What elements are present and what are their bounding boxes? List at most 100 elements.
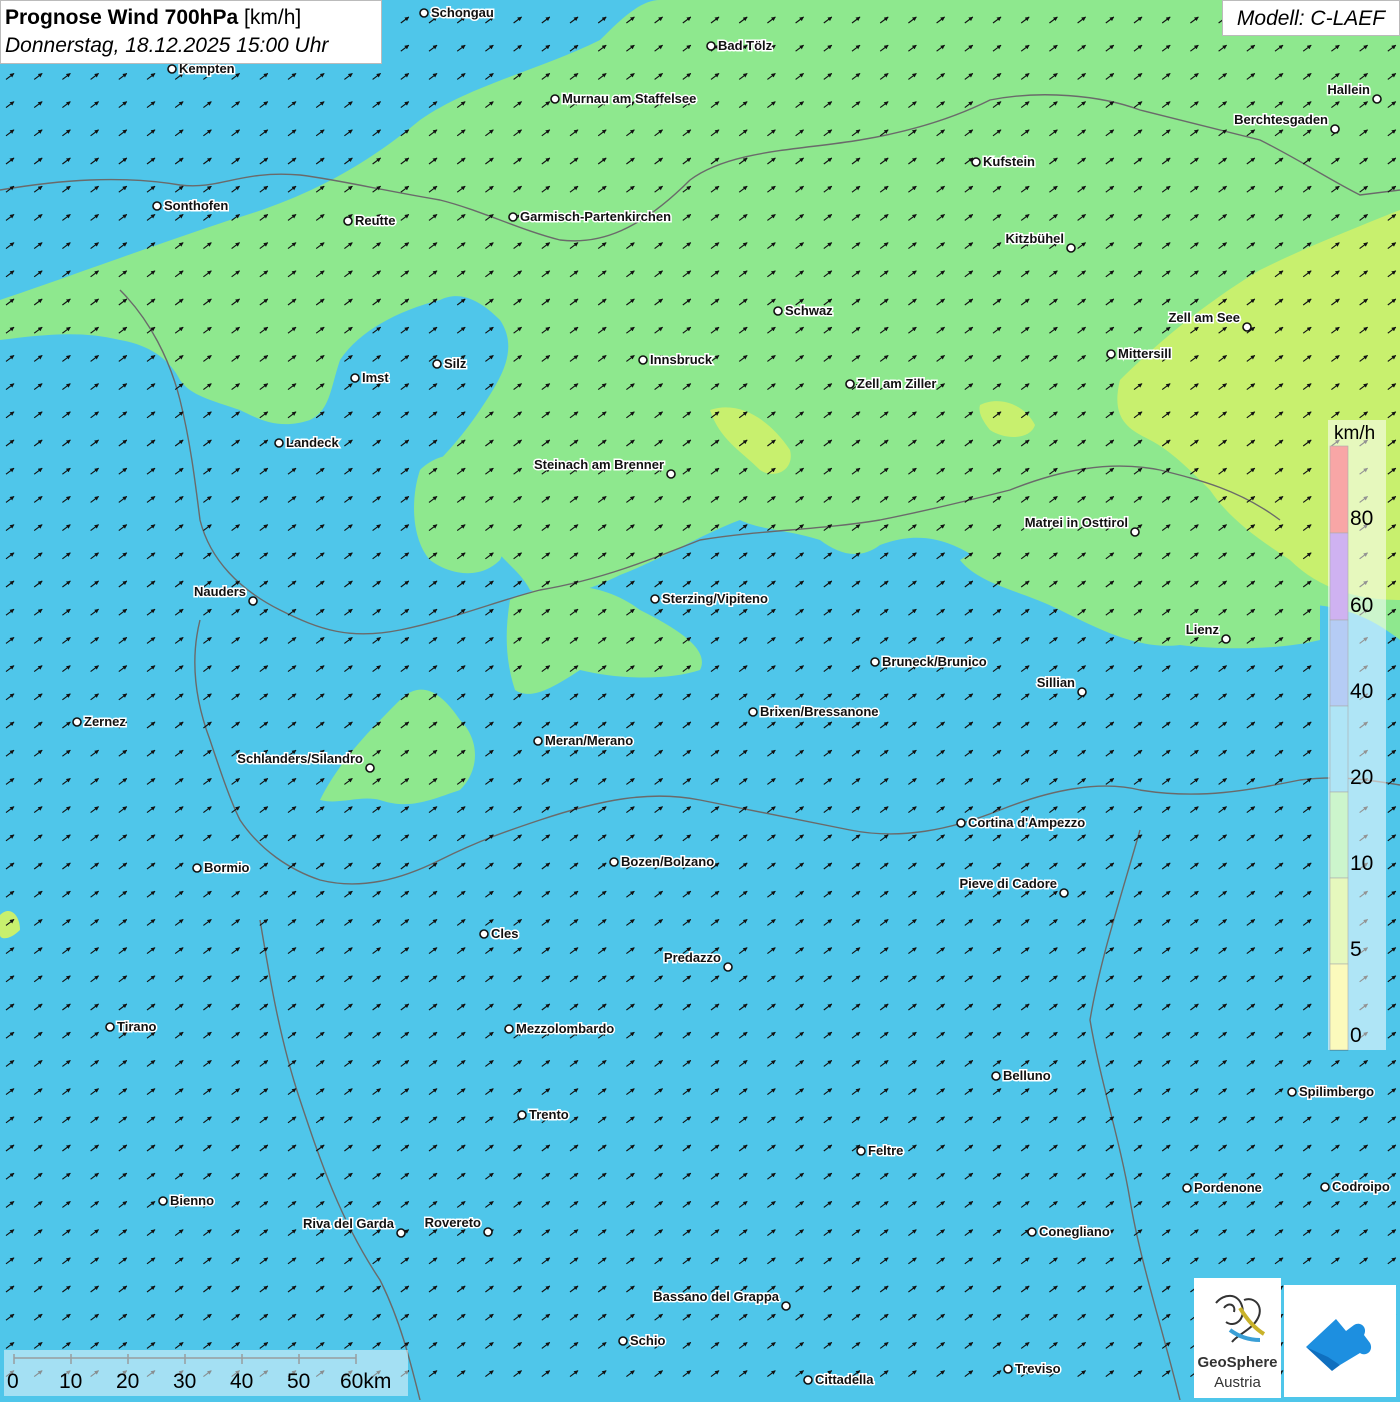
- city-label: Cittadella: [815, 1372, 874, 1387]
- city-dot: [1287, 1087, 1297, 1097]
- wind-map: SchongauKemptenBad TölzMurnau am Staffel…: [0, 0, 1400, 1400]
- map-title: Prognose Wind 700hPa [km/h]: [5, 4, 377, 32]
- city-dot: [274, 438, 284, 448]
- city-marker: Sonthofen: [152, 197, 230, 215]
- city-label: Mittersill: [1118, 346, 1171, 361]
- city-label: Pordenone: [1194, 1180, 1262, 1195]
- city-label: Schongau: [431, 5, 494, 20]
- city-label: Lienz: [1186, 622, 1220, 637]
- city-label: Berchtesgaden: [1234, 112, 1328, 127]
- scale-tick-label: 30: [173, 1370, 197, 1393]
- legend-label-10: 10: [1350, 852, 1374, 875]
- city-dot: [365, 763, 375, 773]
- geosphere-name: GeoSphere: [1197, 1354, 1278, 1371]
- city-label: Cles: [491, 926, 518, 941]
- city-dot: [479, 929, 489, 939]
- city-label: Schlanders/Silandro: [237, 751, 363, 766]
- legend-label-60: 60: [1350, 594, 1374, 617]
- city-dot: [666, 469, 676, 479]
- city-label: Schio: [630, 1333, 665, 1348]
- scale-tick-label: 60km: [340, 1370, 392, 1393]
- city-dot: [1320, 1182, 1330, 1192]
- city-label: Nauders: [194, 584, 246, 599]
- city-dot: [748, 707, 758, 717]
- city-label: Meran/Merano: [545, 733, 633, 748]
- city-dot: [1027, 1227, 1037, 1237]
- city-label: Bruneck/Brunico: [882, 654, 987, 669]
- city-marker: Pordenone: [1182, 1179, 1263, 1197]
- city-label: Reutte: [355, 213, 395, 228]
- city-dot: [72, 717, 82, 727]
- city-label: Zell am See: [1168, 310, 1240, 325]
- city-marker: Conegliano: [1027, 1223, 1111, 1241]
- city-dot: [350, 373, 360, 383]
- city-label: Bassano del Grappa: [653, 1289, 779, 1304]
- city-dot: [158, 1196, 168, 1206]
- city-label: Landeck: [286, 435, 340, 450]
- city-marker: Zell am Ziller: [845, 375, 938, 393]
- city-marker: Bruneck/Brunico: [870, 653, 988, 671]
- city-label: Brixen/Bressanone: [760, 704, 879, 719]
- geosphere-country: Austria: [1214, 1374, 1261, 1391]
- cloud-arrow-icon: [1306, 1319, 1372, 1371]
- city-label: Bad Tölz: [718, 38, 773, 53]
- city-dot: [856, 1146, 866, 1156]
- city-dot: [1059, 888, 1069, 898]
- scale-tick-label: 40: [230, 1370, 254, 1393]
- city-label: Zernez: [84, 714, 126, 729]
- city-label: Innsbruck: [650, 352, 713, 367]
- city-label: Rovereto: [425, 1215, 481, 1230]
- city-dot: [781, 1301, 791, 1311]
- city-dot: [105, 1022, 115, 1032]
- city-label: Schwaz: [785, 303, 833, 318]
- city-marker: Mezzolombardo: [504, 1020, 616, 1038]
- city-dot: [1372, 94, 1382, 104]
- city-dot: [1221, 634, 1231, 644]
- city-label: Conegliano: [1039, 1224, 1110, 1239]
- city-marker: Cortina d'Ampezzo: [956, 814, 1087, 832]
- city-label: Pieve di Cadore: [959, 876, 1057, 891]
- city-marker: Spilimbergo: [1287, 1083, 1376, 1101]
- city-dot: [650, 594, 660, 604]
- city-label: Zell am Ziller: [857, 376, 936, 391]
- city-label: Hallein: [1327, 82, 1370, 97]
- city-dot: [706, 41, 716, 51]
- city-dot: [870, 657, 880, 667]
- legend-label-80: 80: [1350, 507, 1374, 530]
- city-dot: [419, 8, 429, 18]
- geosphere-logo[interactable]: GeoSphere Austria: [1194, 1278, 1281, 1398]
- title-panel: Prognose Wind 700hPa [km/h] Donnerstag, …: [0, 0, 382, 64]
- city-marker: Bozen/Bolzano: [609, 853, 716, 871]
- city-dot: [550, 94, 560, 104]
- city-marker: Cittadella: [803, 1371, 876, 1389]
- city-marker: Garmisch-Partenkirchen: [508, 208, 673, 226]
- city-label: Riva del Garda: [303, 1216, 395, 1231]
- city-marker: Schongau: [419, 4, 495, 22]
- city-label: Bormio: [204, 860, 250, 875]
- scale-tick-label: 0: [7, 1370, 19, 1393]
- city-label: Matrei in Osttirol: [1025, 515, 1128, 530]
- city-label: Tirano: [117, 1019, 157, 1034]
- city-dot: [956, 818, 966, 828]
- title-unit: [km/h]: [244, 6, 302, 29]
- city-dot: [638, 355, 648, 365]
- city-label: Sonthofen: [164, 198, 228, 213]
- city-dot: [1003, 1364, 1013, 1374]
- city-dot: [1077, 687, 1087, 697]
- city-dot: [971, 157, 981, 167]
- city-dot: [248, 596, 258, 606]
- city-label: Spilimbergo: [1299, 1084, 1374, 1099]
- city-dot: [504, 1024, 514, 1034]
- city-dot: [483, 1227, 493, 1237]
- city-marker: Codroipo: [1320, 1178, 1391, 1196]
- city-label: Steinach am Brenner: [534, 457, 664, 472]
- city-marker: Meran/Merano: [533, 732, 635, 750]
- city-dot: [618, 1336, 628, 1346]
- city-dot: [991, 1071, 1001, 1081]
- city-label: Mezzolombardo: [516, 1021, 614, 1036]
- city-dot: [1106, 349, 1116, 359]
- app-logo[interactable]: [1284, 1285, 1396, 1397]
- city-dot: [1242, 322, 1252, 332]
- city-label: Kitzbühel: [1006, 231, 1065, 246]
- city-dot: [343, 216, 353, 226]
